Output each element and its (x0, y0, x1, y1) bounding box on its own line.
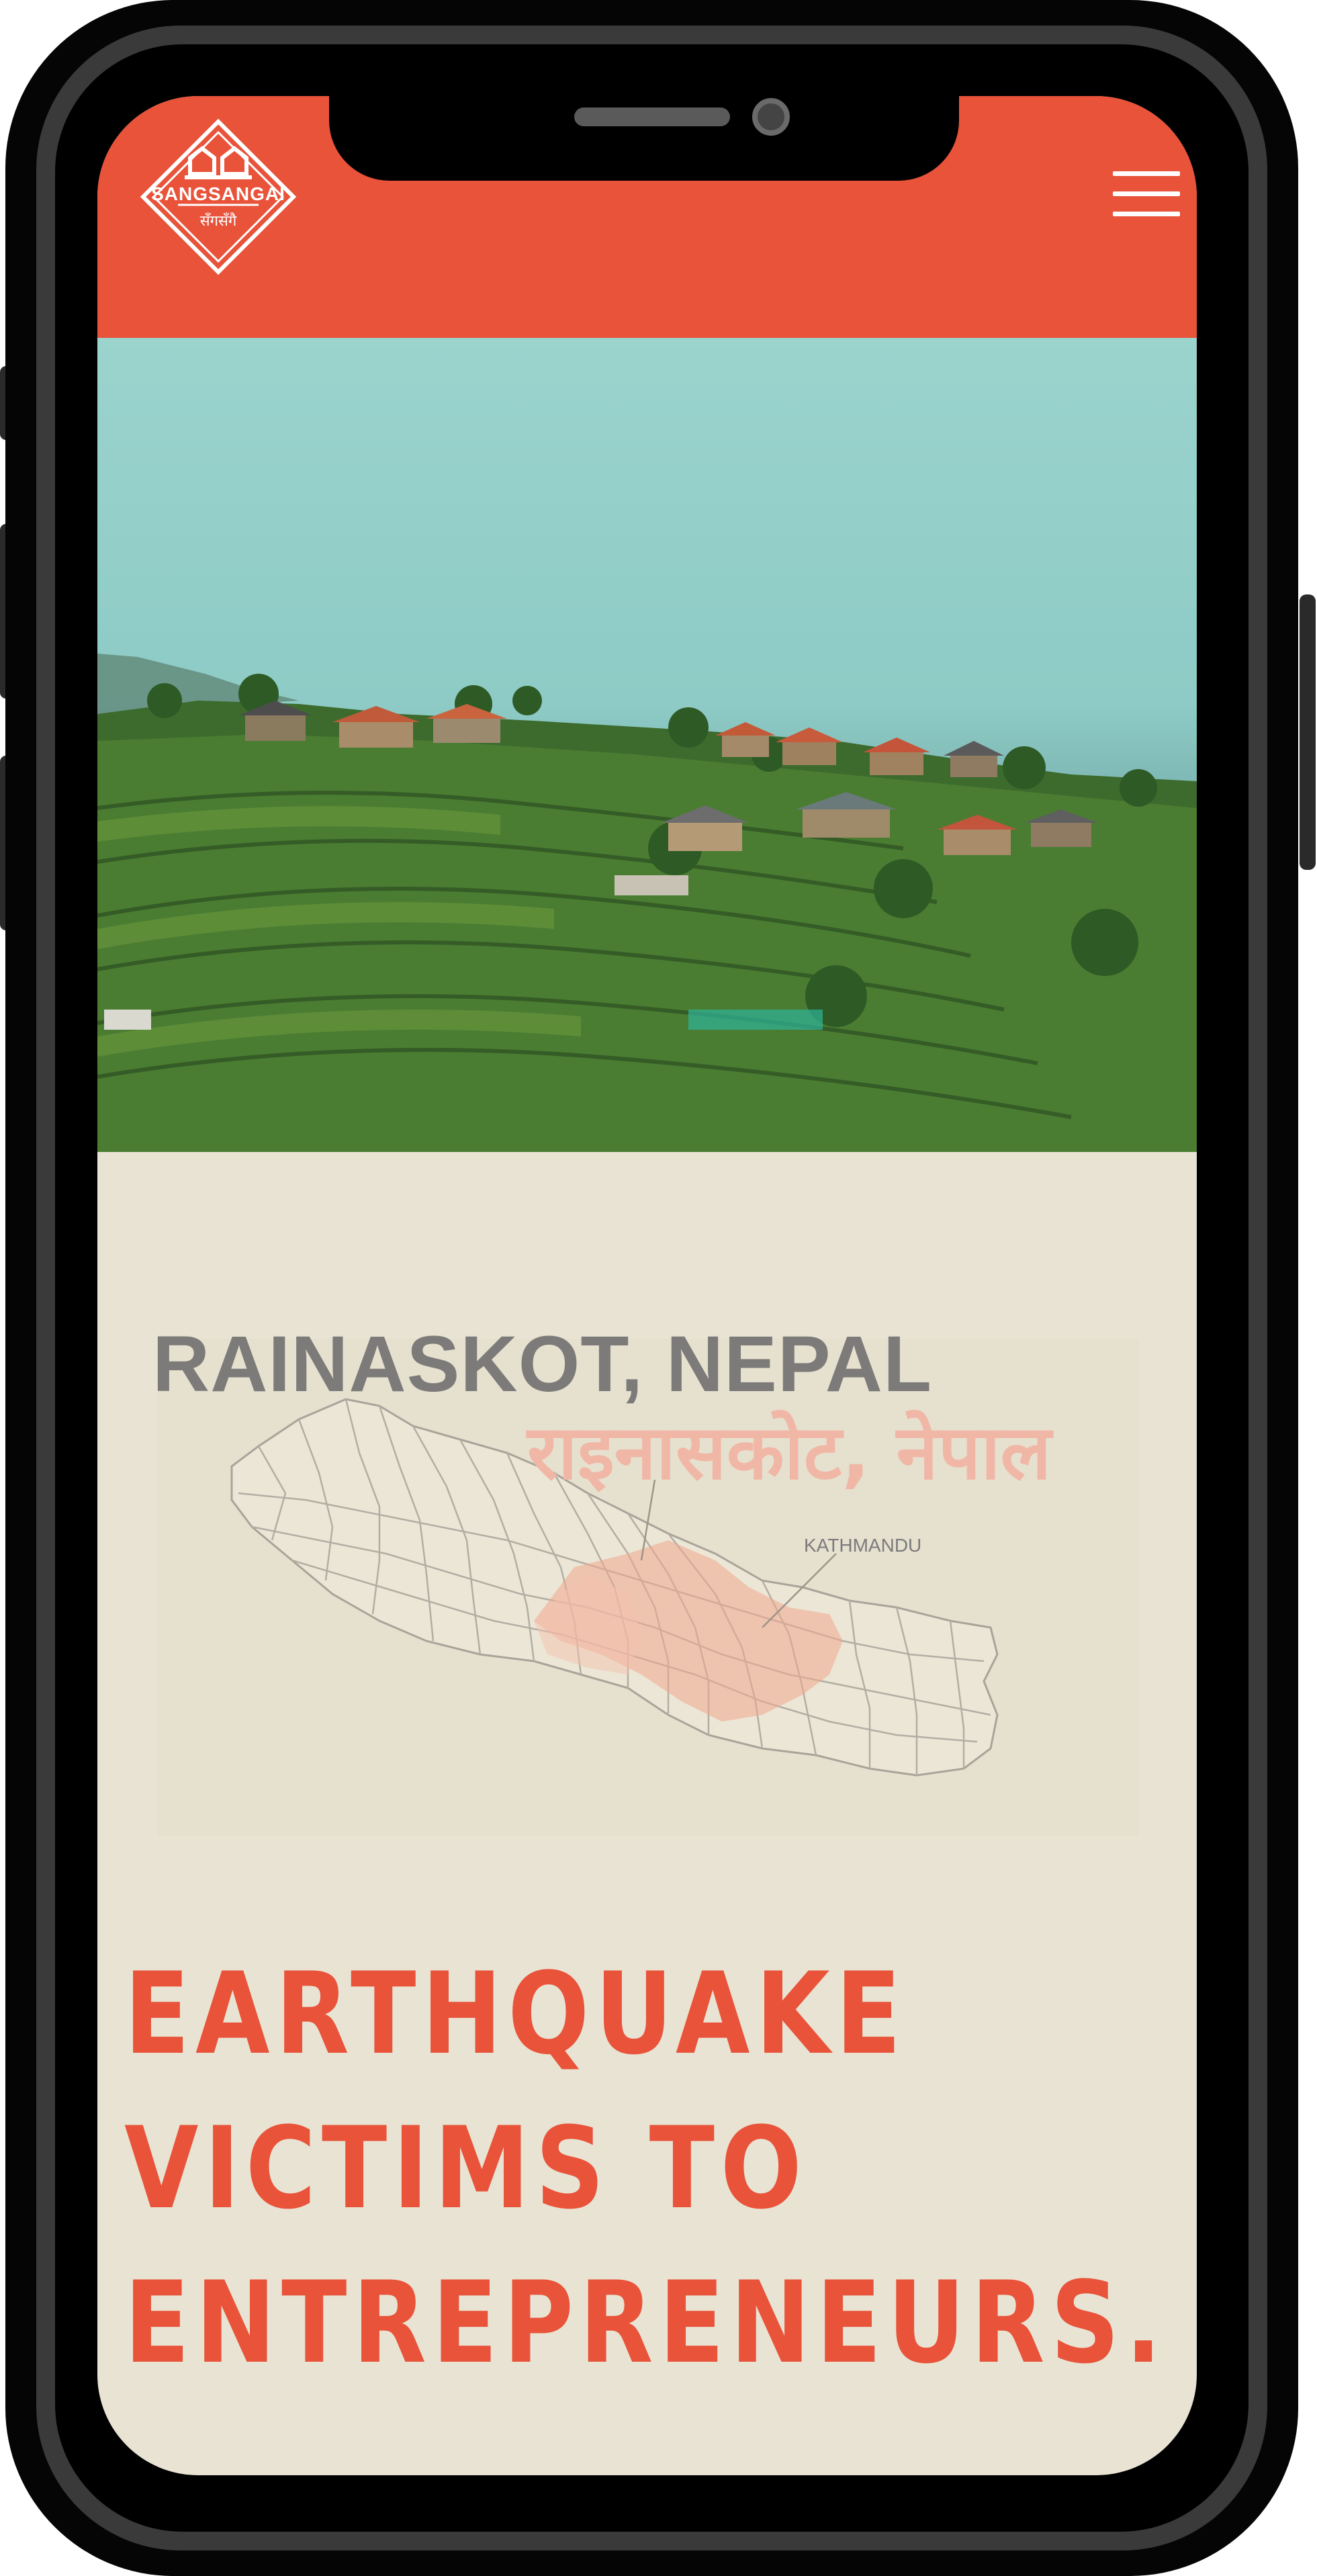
map-label-kathmandu: KATHMANDU (804, 1535, 922, 1556)
hamburger-menu-button[interactable] (1109, 163, 1183, 224)
phone-speaker (574, 107, 730, 126)
menu-bar-middle (1113, 191, 1180, 196)
logo-subtext: सँगसँगै (199, 212, 237, 229)
location-title-nepali: राइनासकोट, नेपाल (527, 1409, 1052, 1497)
terraced-village-illustration (97, 654, 1197, 1152)
hero-image (97, 338, 1197, 1152)
headline: EARTHQUAKE VICTIMS TO ENTREPRENEURS. (124, 1937, 1168, 2400)
menu-bar-bottom (1113, 212, 1180, 216)
phone-camera (752, 98, 790, 136)
headline-line-2: VICTIMS TO (124, 2102, 808, 2234)
site-logo[interactable]: SANGSANGAI सँगसँगै (138, 116, 299, 277)
headline-line-3: ENTREPRENEURS. (124, 2257, 1168, 2389)
phone-power-button (1300, 594, 1316, 870)
logo-wordmark: SANGSANGAI (151, 183, 285, 204)
headline-line-1: EARTHQUAKE (124, 1948, 907, 2080)
phone-screen: SANGSANGAI सँगसँगै RAINASKOT, NEPAL राइन… (97, 96, 1197, 2475)
menu-bar-top (1113, 171, 1180, 176)
location-title-english: RAINASKOT, NEPAL (152, 1320, 933, 1409)
